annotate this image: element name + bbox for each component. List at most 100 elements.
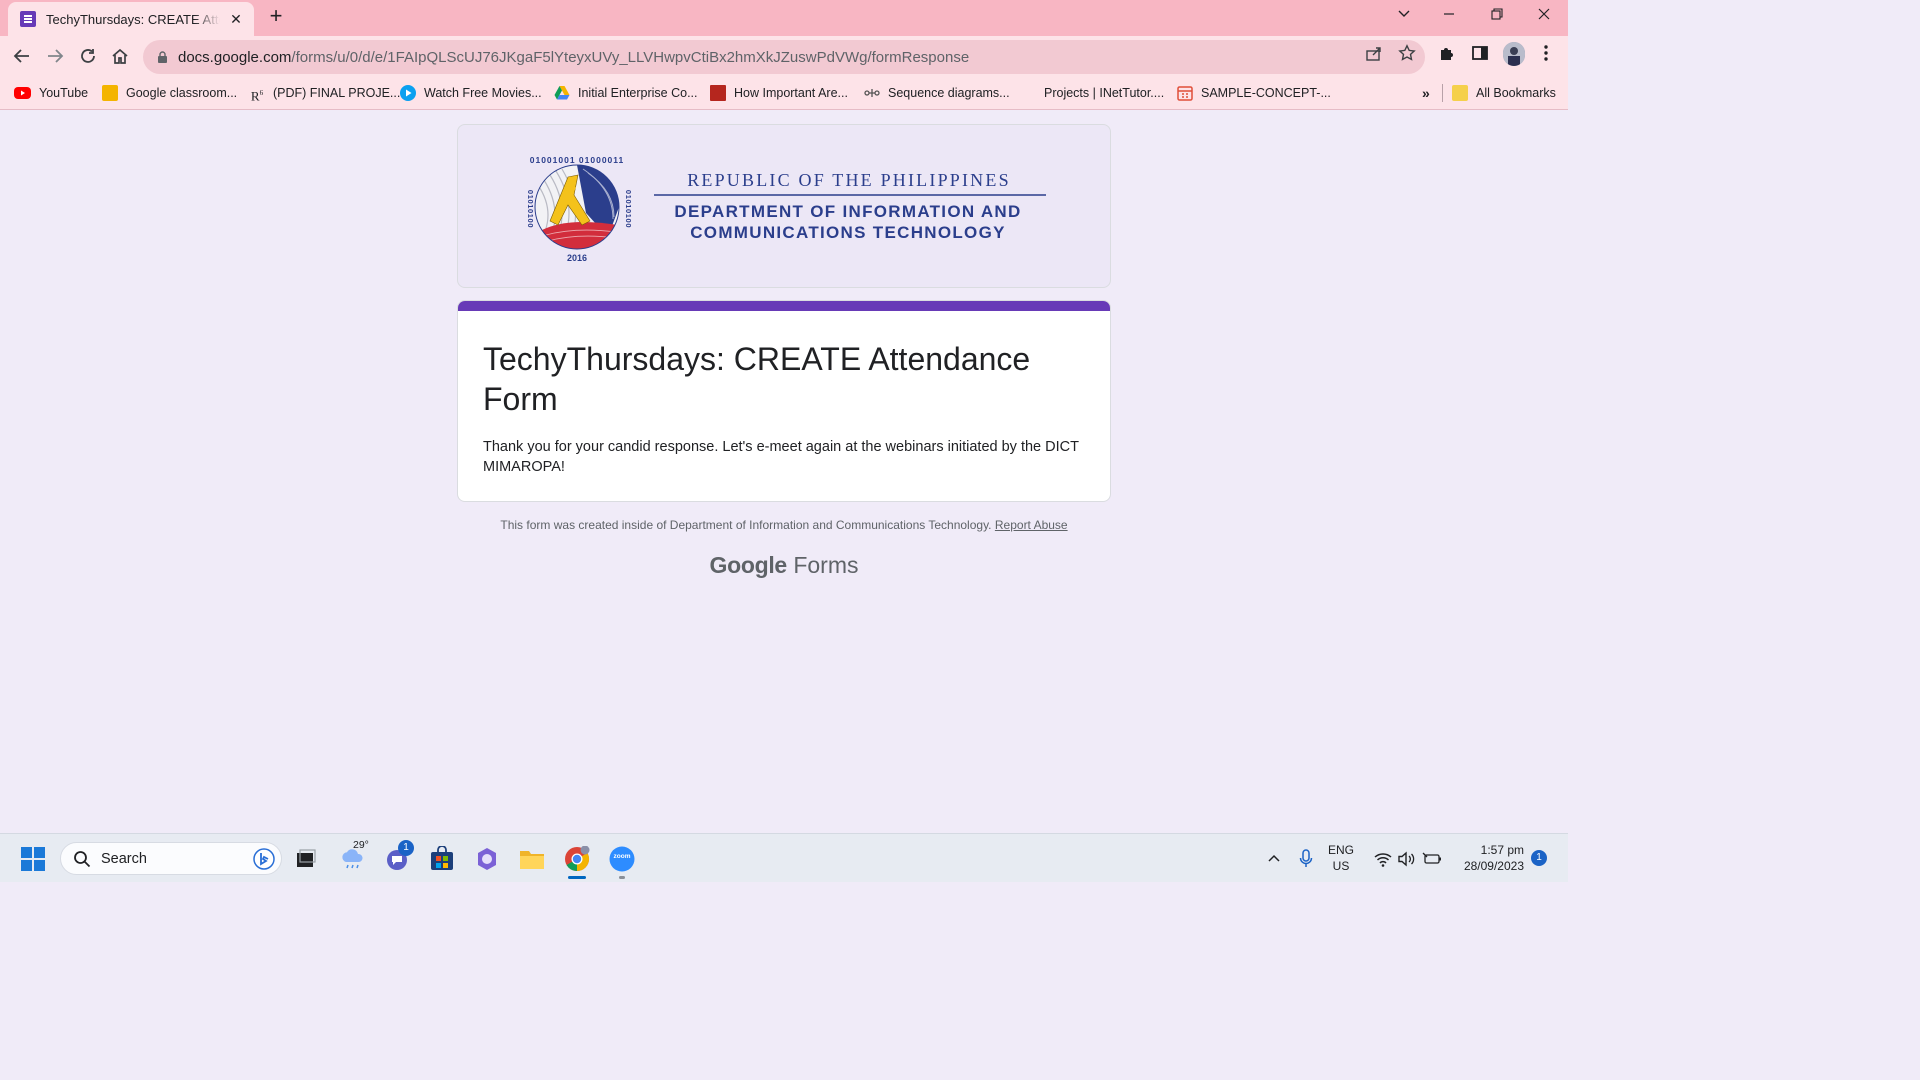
google-forms-brand[interactable]: Google Forms	[457, 552, 1111, 579]
bookmark-watch-free-movies[interactable]: Watch Free Movies...	[400, 83, 542, 103]
republic-text: REPUBLIC OF THE PHILIPPINES	[687, 170, 1011, 190]
researchgate-icon: R6	[250, 88, 264, 104]
folder-icon	[1452, 85, 1468, 101]
forward-arrow-icon	[48, 49, 64, 63]
reload-icon	[81, 49, 95, 63]
blank-favicon-icon	[1020, 85, 1036, 101]
bookmarks-divider	[1442, 84, 1443, 102]
google-wordmark: Google	[709, 552, 788, 578]
logo-binary-left: 01010100	[526, 190, 535, 228]
bookmark-projects-inettutor[interactable]: Projects | INetTutor....	[1020, 83, 1164, 103]
teams-chat-icon[interactable]: 1	[383, 840, 414, 873]
logo-year: 2016	[567, 253, 587, 263]
google-forms-icon	[20, 11, 36, 27]
bookmark-google-classroom[interactable]: Google classroom...	[102, 83, 237, 103]
bookmarks-overflow-button[interactable]: »	[1422, 83, 1430, 103]
tab-search-chevron-icon[interactable]	[1381, 4, 1427, 30]
bookmark-how-important[interactable]: How Important Are...	[710, 83, 848, 103]
bookmark-sample-concept[interactable]: SAMPLE-CONCEPT-...	[1177, 83, 1331, 103]
share-icon[interactable]	[1364, 44, 1384, 64]
bookmark-label: How Important Are...	[734, 86, 848, 100]
form-confirmation-card: TechyThursdays: CREATE Attendance Form T…	[457, 300, 1111, 502]
restore-button[interactable]	[1474, 4, 1520, 30]
clock[interactable]: 1:57 pm 28/09/2023	[1452, 842, 1524, 874]
close-window-button[interactable]	[1521, 4, 1567, 30]
bookmark-label: SAMPLE-CONCEPT-...	[1201, 86, 1331, 100]
diagram-icon	[864, 85, 880, 101]
side-panel-icon[interactable]	[1470, 44, 1490, 64]
file-explorer-icon[interactable]	[518, 845, 546, 873]
home-button[interactable]	[107, 43, 133, 69]
all-bookmarks-label: All Bookmarks	[1476, 86, 1556, 100]
task-view-icon[interactable]	[292, 845, 320, 873]
bookmark-label: YouTube	[39, 86, 89, 100]
department-line-2: COMMUNICATIONS TECHNOLOGY	[690, 223, 1006, 242]
zoom-icon[interactable]: zoom	[608, 845, 636, 879]
site-favicon-icon	[710, 85, 726, 101]
microphone-icon[interactable]	[1292, 845, 1320, 873]
chat-badge: 1	[398, 840, 414, 856]
form-title: TechyThursdays: CREATE Attendance Form	[483, 341, 1031, 417]
bookmark-pdf-final-project[interactable]: R6 (PDF) FINAL PROJE...	[249, 83, 400, 103]
all-bookmarks-button[interactable]: All Bookmarks	[1452, 83, 1556, 103]
extensions-icon[interactable]	[1437, 44, 1457, 64]
bing-icon[interactable]	[253, 848, 275, 870]
show-hidden-icons-chevron-icon[interactable]	[1260, 845, 1288, 873]
home-icon	[112, 48, 128, 64]
reload-button[interactable]	[75, 43, 101, 69]
language-indicator[interactable]: ENG US	[1328, 842, 1354, 874]
bookmark-star-icon[interactable]	[1397, 44, 1417, 64]
report-abuse-link[interactable]: Report Abuse	[995, 518, 1068, 532]
bookmark-label: Google classroom...	[126, 86, 238, 100]
logo-binary-top: 01001001 01000011	[530, 155, 625, 165]
bookmark-initial-enterprise[interactable]: Initial Enterprise Co...	[554, 83, 698, 103]
weather-temp: 29°	[353, 839, 369, 851]
dict-banner: 01001001 01000011 2016 01010100 01010100…	[526, 155, 1046, 263]
tab-close-icon[interactable]: ✕	[228, 11, 244, 28]
calendar-icon	[1177, 85, 1193, 101]
forms-wordmark: Forms	[793, 552, 859, 578]
bookmark-sequence-diagrams[interactable]: Sequence diagrams...	[864, 83, 1010, 103]
windows-start-icon[interactable]	[19, 845, 47, 873]
url-path: /forms/u/0/d/e/1FAIpQLScUJ76JKgaF5lYteyx…	[291, 48, 970, 66]
forward-button[interactable]	[42, 43, 68, 69]
logo-binary-right: 01010100	[624, 190, 633, 228]
form-footer-note: This form was created inside of Departme…	[457, 518, 1111, 532]
copilot-icon[interactable]	[473, 845, 501, 873]
search-label: Search	[101, 850, 147, 867]
url-text: docs.google.com/forms/u/0/d/e/1FAIpQLScU…	[178, 49, 969, 66]
bookmark-label: Watch Free Movies...	[424, 86, 542, 100]
keyboard-layout: US	[1332, 859, 1350, 873]
minimize-button[interactable]	[1426, 4, 1472, 30]
chrome-taskbar-icon[interactable]	[563, 845, 591, 879]
weather-widget[interactable]: 29°	[339, 839, 369, 873]
form-header-banner: 01001001 01000011 2016 01010100 01010100…	[457, 124, 1111, 288]
back-arrow-icon	[13, 49, 29, 63]
notification-badge[interactable]: 1	[1531, 850, 1547, 866]
new-tab-button[interactable]: +	[264, 5, 288, 29]
clock-date: 28/09/2023	[1463, 859, 1524, 873]
menu-kebab-icon[interactable]	[1536, 44, 1556, 64]
youtube-icon	[14, 87, 31, 99]
taskbar-search[interactable]: Search	[60, 842, 282, 875]
profile-avatar[interactable]	[1503, 42, 1525, 66]
back-button[interactable]	[9, 43, 35, 69]
clock-time: 1:57 pm	[1480, 843, 1524, 857]
volume-icon[interactable]	[1392, 845, 1420, 873]
confirmation-message: Thank you for your candid response. Let'…	[483, 439, 1079, 475]
dict-logo: 01001001 01000011 2016 01010100 01010100	[526, 155, 633, 263]
bookmark-label: Initial Enterprise Co...	[578, 86, 698, 100]
bookmark-label: Projects | INetTutor....	[1044, 86, 1165, 100]
bookmark-youtube[interactable]: YouTube	[14, 83, 88, 103]
address-bar[interactable]: docs.google.com/forms/u/0/d/e/1FAIpQLScU…	[143, 40, 1425, 74]
play-icon	[400, 85, 416, 101]
bookmarks-bar: YouTube Google classroom... R6 (PDF) FIN…	[0, 76, 1568, 110]
zoom-label: zoom	[613, 853, 631, 860]
form-accent-bar	[458, 301, 1110, 311]
microsoft-store-icon[interactable]	[428, 845, 456, 873]
active-tab[interactable]: TechyThursdays: CREATE Attendance Form ✕	[8, 2, 254, 36]
cloud-rain-icon	[342, 849, 363, 869]
bookmark-label: Sequence diagrams...	[888, 86, 1010, 100]
battery-icon[interactable]	[1418, 845, 1446, 873]
active-app-indicator	[568, 876, 586, 879]
